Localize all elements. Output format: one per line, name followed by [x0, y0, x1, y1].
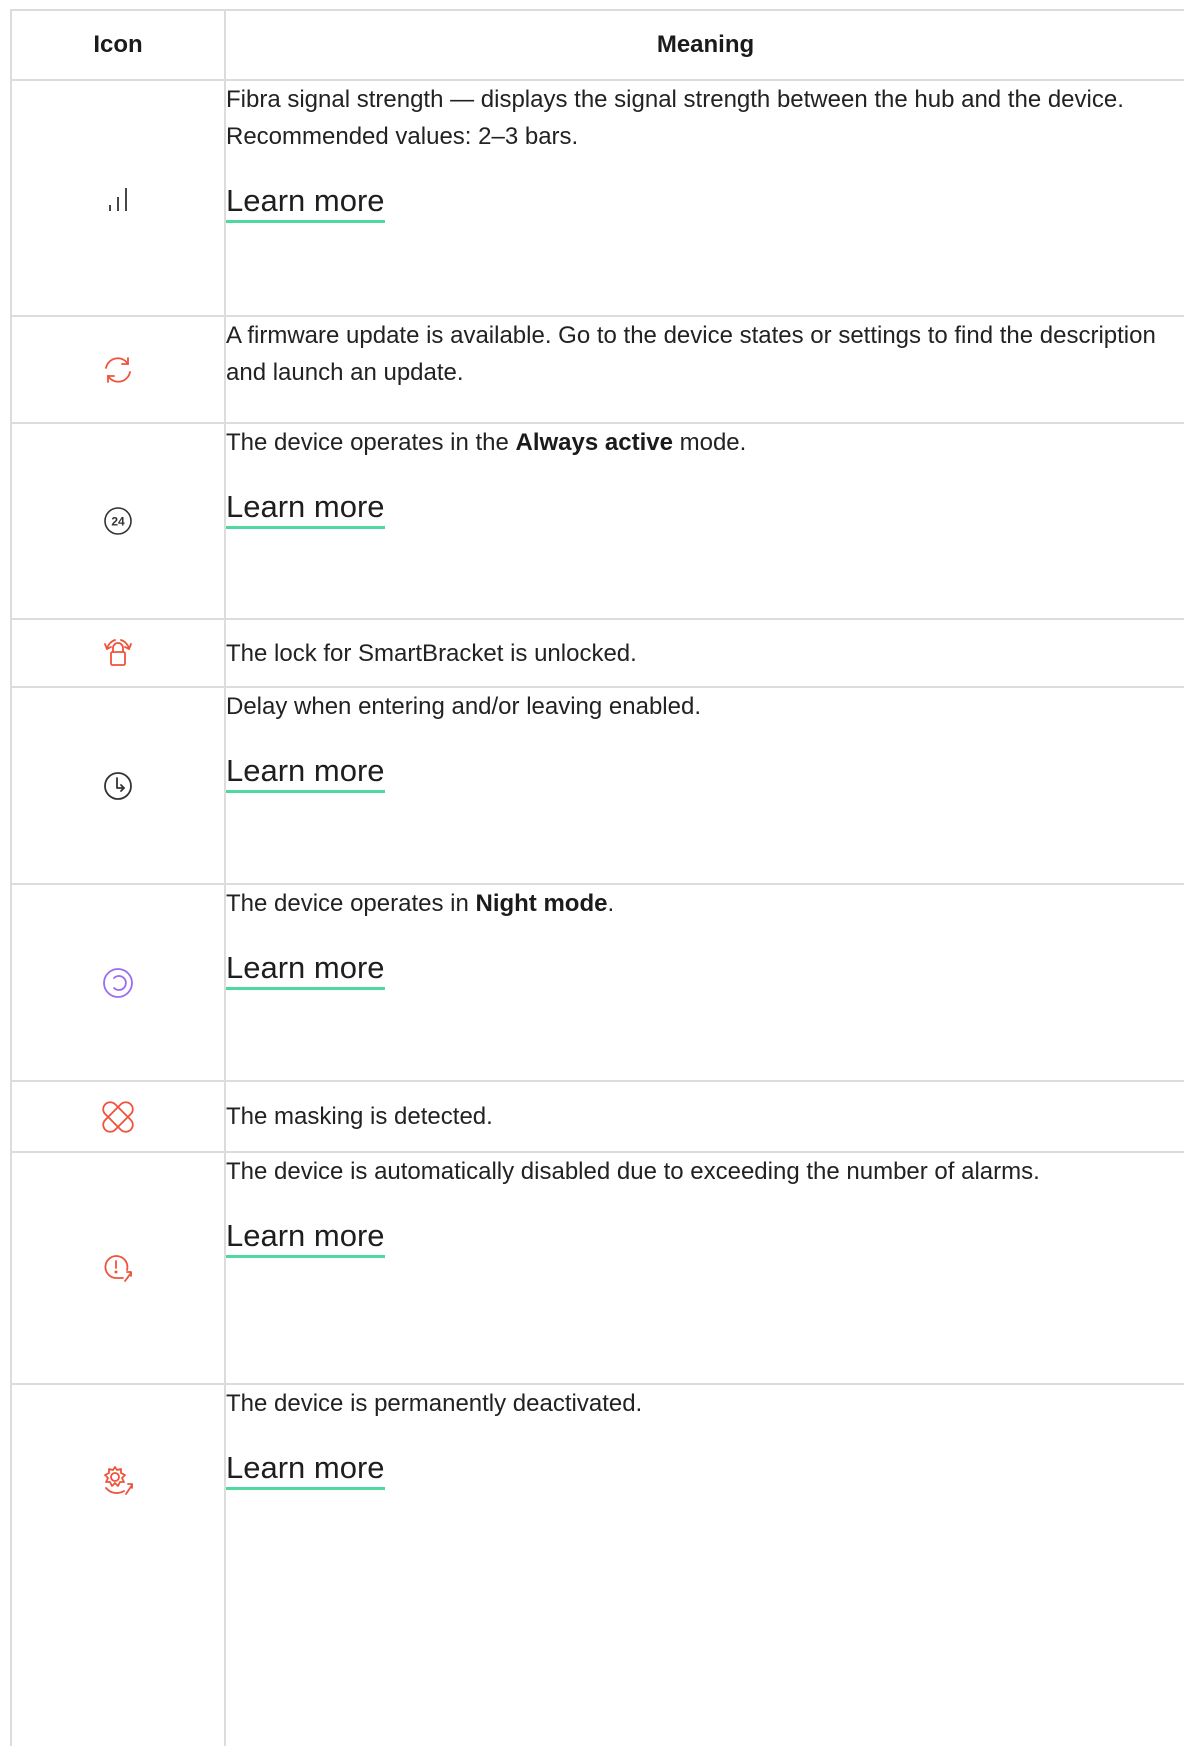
icon-cell: 24 — [10, 422, 226, 620]
page: Icon Meaning Fibra signal strength — dis… — [0, 0, 1184, 1746]
meaning-cell: The device is permanently deactivated. L… — [224, 1383, 1184, 1746]
table-row: A firmware update is available. Go to th… — [10, 315, 1184, 424]
icon-cell — [10, 315, 226, 424]
meaning-text: The device is permanently deactivated. — [226, 1390, 643, 1417]
learn-more-link[interactable]: Learn more — [226, 1450, 385, 1490]
meaning-cell: The device operates in Night mode. Learn… — [224, 883, 1184, 1082]
signal-strength-icon — [109, 188, 127, 211]
table-row: The device is permanently deactivated. L… — [10, 1383, 1184, 1746]
masking-detected-icon — [102, 1100, 134, 1133]
icon-cell — [10, 618, 226, 688]
table-row: The lock for SmartBracket is unlocked. — [10, 618, 1184, 688]
always-active-label: 24 — [111, 515, 125, 529]
table-row: The device is automatically disabled due… — [10, 1151, 1184, 1385]
meaning-cell: The device is automatically disabled due… — [224, 1151, 1184, 1385]
text-before: The device operates in the — [226, 429, 516, 456]
auto-disabled-alarms-icon — [104, 1255, 132, 1282]
night-mode-icon — [103, 967, 133, 998]
unlocked-lock-icon — [104, 639, 132, 666]
meaning-cell: The masking is detected. — [224, 1080, 1184, 1153]
icon-cell — [10, 1080, 226, 1153]
icon-cell — [10, 1151, 226, 1385]
learn-more-link[interactable]: Learn more — [226, 1218, 385, 1258]
meaning-cell: The device operates in the Always active… — [224, 422, 1184, 620]
text-after: . — [607, 890, 615, 917]
learn-more-link[interactable]: Learn more — [226, 950, 385, 990]
icon-cell — [10, 79, 226, 317]
table-row: 24 The device operates in the Always act… — [10, 422, 1184, 620]
text-after: mode. — [672, 429, 747, 456]
mode-name: Night mode — [475, 890, 608, 917]
meaning-cell: Fibra signal strength — displays the sig… — [224, 79, 1184, 317]
header-meaning: Meaning — [224, 9, 1184, 81]
meaning-cell: Delay when entering and/or leaving enabl… — [224, 686, 1184, 885]
always-active-24-icon: 24 — [104, 507, 132, 535]
learn-more-link[interactable]: Learn more — [226, 183, 385, 223]
meaning-cell: The lock for SmartBracket is unlocked. — [224, 618, 1184, 688]
delay-clock-icon — [104, 771, 132, 800]
meaning-text: Delay when entering and/or leaving enabl… — [226, 693, 701, 720]
permanently-deactivated-icon — [104, 1466, 133, 1495]
header-icon: Icon — [10, 9, 226, 81]
meaning-text: The lock for SmartBracket is unlocked. — [226, 639, 637, 667]
learn-more-link[interactable]: Learn more — [226, 489, 385, 529]
meaning-text: A firmware update is available. Go to th… — [226, 322, 1156, 386]
meaning-text: The device operates in the Always active… — [226, 424, 1184, 461]
firmware-update-icon — [105, 356, 131, 383]
device-states-table: Icon Meaning Fibra signal strength — dis… — [10, 9, 1184, 1746]
meaning-text: The device operates in Night mode. — [226, 885, 1184, 922]
table-row: Fibra signal strength — displays the sig… — [10, 79, 1184, 317]
meaning-text: Fibra signal strength — displays the sig… — [226, 86, 1124, 150]
meaning-cell: A firmware update is available. Go to th… — [224, 315, 1184, 424]
meaning-text: The device is automatically disabled due… — [226, 1158, 1040, 1185]
mode-name: Always active — [515, 429, 673, 456]
table-header-row: Icon Meaning — [10, 9, 1184, 81]
text-before: The device operates in — [226, 890, 476, 917]
table-row: Delay when entering and/or leaving enabl… — [10, 686, 1184, 885]
meaning-text: The masking is detected. — [226, 1103, 493, 1130]
icon-cell — [10, 686, 226, 885]
table-row: The device operates in Night mode. Learn… — [10, 883, 1184, 1082]
learn-more-link[interactable]: Learn more — [226, 753, 385, 793]
icon-cell — [10, 1383, 226, 1746]
table-row: The masking is detected. — [10, 1080, 1184, 1153]
icon-cell — [10, 883, 226, 1082]
